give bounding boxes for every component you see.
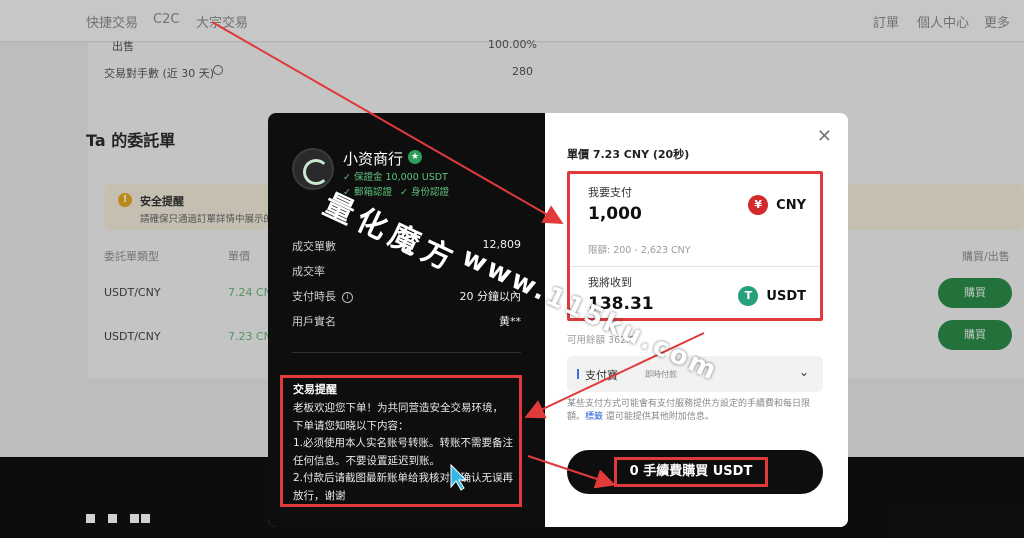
stat-label-text: 支付時長 (292, 290, 336, 303)
limit-text: 限額: 200 - 2,623 CNY (588, 245, 691, 256)
notice-line: 下单请您知晓以下内容： (293, 419, 409, 432)
divider (570, 266, 820, 267)
tag-link[interactable]: 標籤 (585, 412, 603, 422)
stat-value-realname: 黄** (499, 315, 521, 328)
payment-method-label: 支付寶 (585, 369, 618, 382)
buy-usdt-button[interactable]: 0 手續費購買 USDT (567, 450, 823, 494)
notice-line: 放行，谢谢 (293, 489, 346, 502)
stat-value-orders: 12,809 (482, 238, 522, 251)
merchant-panel: 小资商行 ★ ✓ 保證金 10,000 USDT ✓ 郵箱認證 ✓ 身份認證 成… (268, 113, 545, 527)
merchant-name[interactable]: 小资商行 (343, 148, 403, 169)
id-verified-note: ✓ 身份認證 (400, 187, 449, 198)
close-icon[interactable]: ✕ (817, 128, 832, 146)
notice-line: 老板欢迎您下单！为共同营造安全交易环境， (293, 402, 503, 414)
receive-label: 我將收到 (588, 276, 632, 289)
avatar (292, 148, 334, 190)
amount-inputs: 我要支付 1,000 ¥ CNY 限額: 200 - 2,623 CNY 我將收… (567, 171, 823, 321)
pay-currency: ¥ CNY (748, 195, 806, 215)
notice-title: 交易提醒 (293, 383, 337, 396)
payment-method-marker (577, 369, 579, 379)
divider (292, 352, 521, 353)
chevron-down-icon: ⌄ (798, 365, 809, 379)
verified-badge-icon: ★ (408, 150, 422, 164)
pay-label: 我要支付 (588, 186, 632, 199)
stat-label-realname: 用戶實名 (292, 315, 336, 328)
pay-currency-code: CNY (776, 197, 806, 213)
stat-label-payment-time: 支付時長 i (292, 288, 353, 304)
trade-notice: 交易提醒 老板欢迎您下单！为共同营造安全交易环境， 下单请您知晓以下内容： 1.… (280, 375, 522, 507)
unit-price: 單價 7.23 CNY (20秒) (567, 148, 690, 161)
buy-usdt-button-label: 0 手續費購買 USDT (614, 457, 768, 487)
notice-body: 老板欢迎您下单！为共同营造安全交易环境， 下单请您知晓以下内容： 1.必须使用本… (293, 400, 523, 505)
fee-note: 某些支付方式可能會有支付服務提供方設定的手續費和每日限 額。標籤 還可能提供其他… (567, 398, 827, 424)
fee-note-text: 還可能提供其他附加信息。 (603, 412, 714, 422)
stat-label-orders: 成交單數 (292, 240, 336, 253)
info-icon[interactable]: i (342, 292, 353, 303)
receive-currency: T USDT (738, 286, 806, 306)
pay-amount-input[interactable]: 1,000 (588, 204, 642, 224)
notice-line: 任何信息。不要设置延迟到账。 (293, 454, 440, 467)
notice-line: 1.必须使用本人实名账号转账。转账不需要备注 (293, 437, 514, 449)
usdt-coin-icon: T (738, 286, 759, 306)
stat-label-completion: 成交率 (292, 265, 325, 278)
fee-note-text: 某些支付方式可能會有支付服務提供方設定的手續費和每日限 (567, 399, 811, 409)
receive-currency-code: USDT (766, 288, 806, 304)
deposit-note: ✓ 保證金 10,000 USDT (343, 172, 448, 183)
cny-coin-icon: ¥ (748, 195, 769, 215)
fee-note-text: 額。 (567, 412, 586, 422)
notice-line: 2.付款后请截图最新账单给我核对，确认无误再 (293, 472, 514, 484)
payment-method-sub: 即時付款 (645, 370, 677, 379)
buy-dialog: 小资商行 ★ ✓ 保證金 10,000 USDT ✓ 郵箱認證 ✓ 身份認證 成… (268, 113, 848, 527)
